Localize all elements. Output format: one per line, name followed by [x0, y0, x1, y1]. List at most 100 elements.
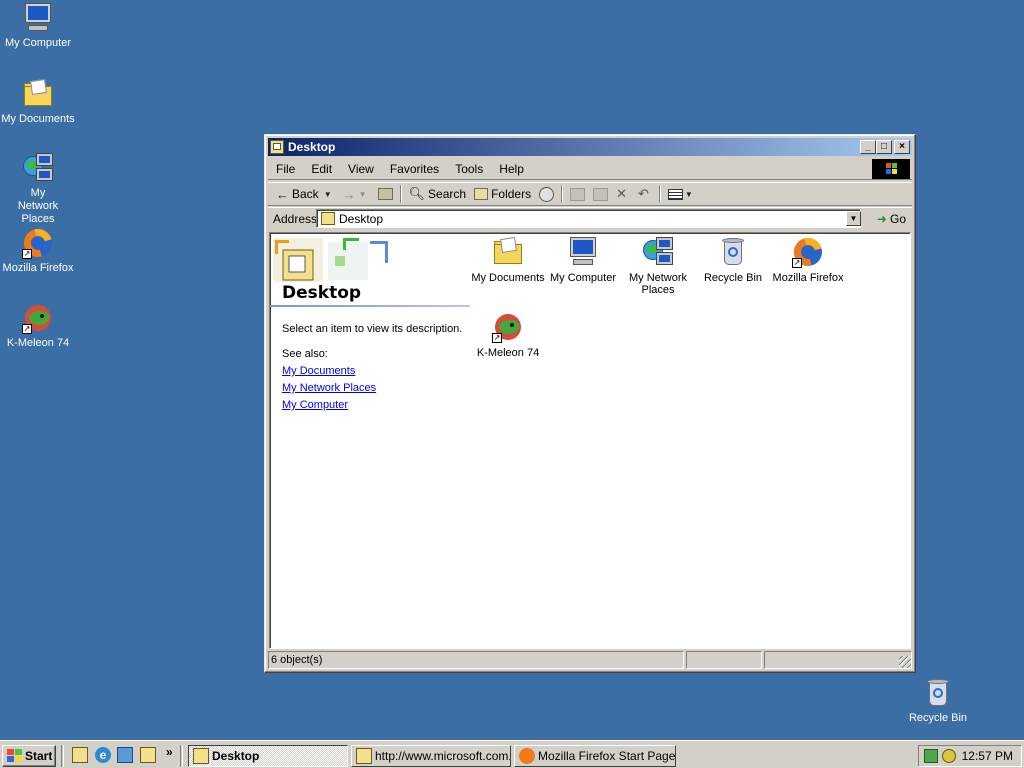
- my-documents-icon: [22, 78, 54, 110]
- folders-label: Folders: [491, 187, 532, 201]
- folder-items: My Documents My Computer My Network Plac…: [470, 233, 910, 648]
- folder-icon: [193, 748, 209, 764]
- address-input[interactable]: Desktop: [316, 209, 861, 228]
- start-button[interactable]: Start: [2, 745, 56, 767]
- tray-app-icon[interactable]: [942, 749, 956, 763]
- windows-logo-icon: [872, 159, 910, 179]
- toolbar-separator: [658, 185, 661, 203]
- history-icon: [539, 186, 555, 202]
- folders-button[interactable]: Folders: [470, 184, 535, 204]
- back-button[interactable]: ← Back ▼: [272, 184, 339, 204]
- forward-arrow-icon: →: [342, 186, 356, 202]
- link-my-documents[interactable]: My Documents: [282, 365, 355, 377]
- firefox-icon: ↗: [18, 223, 58, 263]
- search-label: Search: [428, 187, 467, 201]
- web-view-panel: Desktop Select an item to view its descr…: [270, 233, 470, 648]
- search-button[interactable]: 🔍︎ Search: [405, 184, 471, 204]
- item-my-network-places[interactable]: My Network Places: [620, 236, 696, 296]
- close-button[interactable]: ×: [894, 140, 910, 154]
- desktop-icon-my-network-places[interactable]: My Network Places: [0, 152, 76, 226]
- quick-launch-separator: [61, 745, 64, 767]
- link-my-network-places[interactable]: My Network Places: [282, 382, 376, 394]
- item-my-computer[interactable]: My Computer: [545, 236, 621, 284]
- desktop-icon-label: Recycle Bin: [908, 712, 968, 724]
- show-desktop-icon[interactable]: [72, 747, 88, 763]
- task-label: http://www.microsoft.com...: [375, 749, 511, 763]
- status-pane: [686, 651, 762, 669]
- desktop-icon-my-documents[interactable]: My Documents: [0, 78, 76, 126]
- item-recycle-bin[interactable]: Recycle Bin: [695, 236, 771, 284]
- menu-bar: File Edit View Favorites Tools Help: [268, 158, 912, 180]
- delete-button[interactable]: ✕: [612, 184, 634, 204]
- my-documents-icon: [492, 236, 524, 268]
- menu-favorites[interactable]: Favorites: [382, 162, 447, 176]
- quick-launch-more-button[interactable]: »: [166, 745, 173, 759]
- status-pane: [764, 651, 912, 669]
- task-firefox[interactable]: Mozilla Firefox Start Page -...: [514, 745, 676, 767]
- taskbar: Start e » Desktop http://www.microsoft.c…: [0, 740, 1024, 768]
- minimize-button[interactable]: _: [860, 140, 876, 154]
- title-bar[interactable]: Desktop _ □ ×: [268, 138, 912, 156]
- copy-to-button[interactable]: [589, 184, 612, 204]
- forward-button[interactable]: → ▼: [339, 184, 374, 204]
- go-button[interactable]: ➜ Go: [877, 209, 906, 229]
- item-mozilla-firefox[interactable]: ↗ Mozilla Firefox: [770, 233, 846, 284]
- address-bar: Address Desktop ▼ ➜ Go: [268, 207, 912, 229]
- menu-help[interactable]: Help: [491, 162, 532, 176]
- web-view-description: Select an item to view its description.: [282, 323, 463, 335]
- menu-tools[interactable]: Tools: [447, 162, 491, 176]
- maximize-button[interactable]: □: [876, 140, 892, 154]
- address-label: Address: [273, 211, 318, 226]
- item-label: My Documents: [471, 272, 545, 284]
- desktop-icon-label: Mozilla Firefox: [2, 262, 74, 274]
- desktop-icon-k-meleon[interactable]: ↗ K-Meleon 74: [0, 302, 76, 350]
- move-to-button[interactable]: [566, 184, 589, 204]
- task-label: Mozilla Firefox Start Page -...: [538, 749, 676, 763]
- clock[interactable]: 12:57 PM: [962, 749, 1013, 763]
- go-arrow-icon: ➜: [876, 212, 887, 226]
- k-meleon-icon: ↗: [492, 311, 524, 343]
- desktop-banner-icon: [273, 238, 388, 282]
- address-dropdown-button[interactable]: ▼: [846, 211, 861, 226]
- windows-logo-icon: [6, 749, 22, 763]
- chevron-down-icon: ▼: [358, 189, 367, 199]
- desktop-icon-my-computer[interactable]: My Computer: [0, 2, 76, 50]
- item-label: K-Meleon 74: [476, 347, 540, 359]
- item-label: Recycle Bin: [703, 272, 763, 284]
- web-view-title: Desktop: [282, 283, 362, 303]
- internet-explorer-icon: [356, 748, 372, 764]
- explorer-quick-launch-icon[interactable]: [140, 747, 156, 763]
- folder-icon: [270, 140, 284, 154]
- up-folder-button[interactable]: [374, 184, 397, 204]
- go-label: Go: [889, 212, 906, 226]
- menu-edit[interactable]: Edit: [303, 162, 340, 176]
- item-k-meleon[interactable]: ↗ K-Meleon 74: [470, 311, 546, 359]
- back-arrow-icon: ←: [276, 186, 289, 202]
- history-button[interactable]: [535, 184, 558, 204]
- task-separator: [180, 745, 183, 767]
- desktop-icon-label: My Documents: [1, 113, 75, 125]
- network-status-icon[interactable]: [924, 749, 938, 763]
- folders-icon: [474, 188, 489, 200]
- folder-view: Desktop Select an item to view its descr…: [269, 232, 911, 649]
- views-icon: [667, 188, 683, 200]
- undo-button[interactable]: ↶: [634, 184, 656, 204]
- desktop-icon-label: My Computer: [4, 37, 72, 49]
- menu-file[interactable]: File: [268, 162, 303, 176]
- item-my-documents[interactable]: My Documents: [470, 236, 546, 284]
- network-places-icon: [642, 236, 674, 268]
- menu-view[interactable]: View: [340, 162, 382, 176]
- link-my-computer[interactable]: My Computer: [282, 399, 348, 411]
- desktop-icon-mozilla-firefox[interactable]: ↗ Mozilla Firefox: [0, 223, 76, 275]
- recycle-bin-icon: [717, 236, 749, 268]
- internet-explorer-icon[interactable]: e: [95, 747, 111, 763]
- task-desktop[interactable]: Desktop: [188, 745, 348, 767]
- outlook-express-icon[interactable]: [117, 747, 133, 763]
- task-microsoft[interactable]: http://www.microsoft.com...: [351, 745, 511, 767]
- views-button[interactable]: ▼: [664, 184, 700, 204]
- back-label: Back: [292, 187, 319, 201]
- start-label: Start: [25, 749, 53, 763]
- desktop-icon-recycle-bin[interactable]: Recycle Bin: [900, 677, 976, 725]
- desktop-folder-icon: [321, 212, 335, 225]
- resize-grip[interactable]: [899, 656, 911, 668]
